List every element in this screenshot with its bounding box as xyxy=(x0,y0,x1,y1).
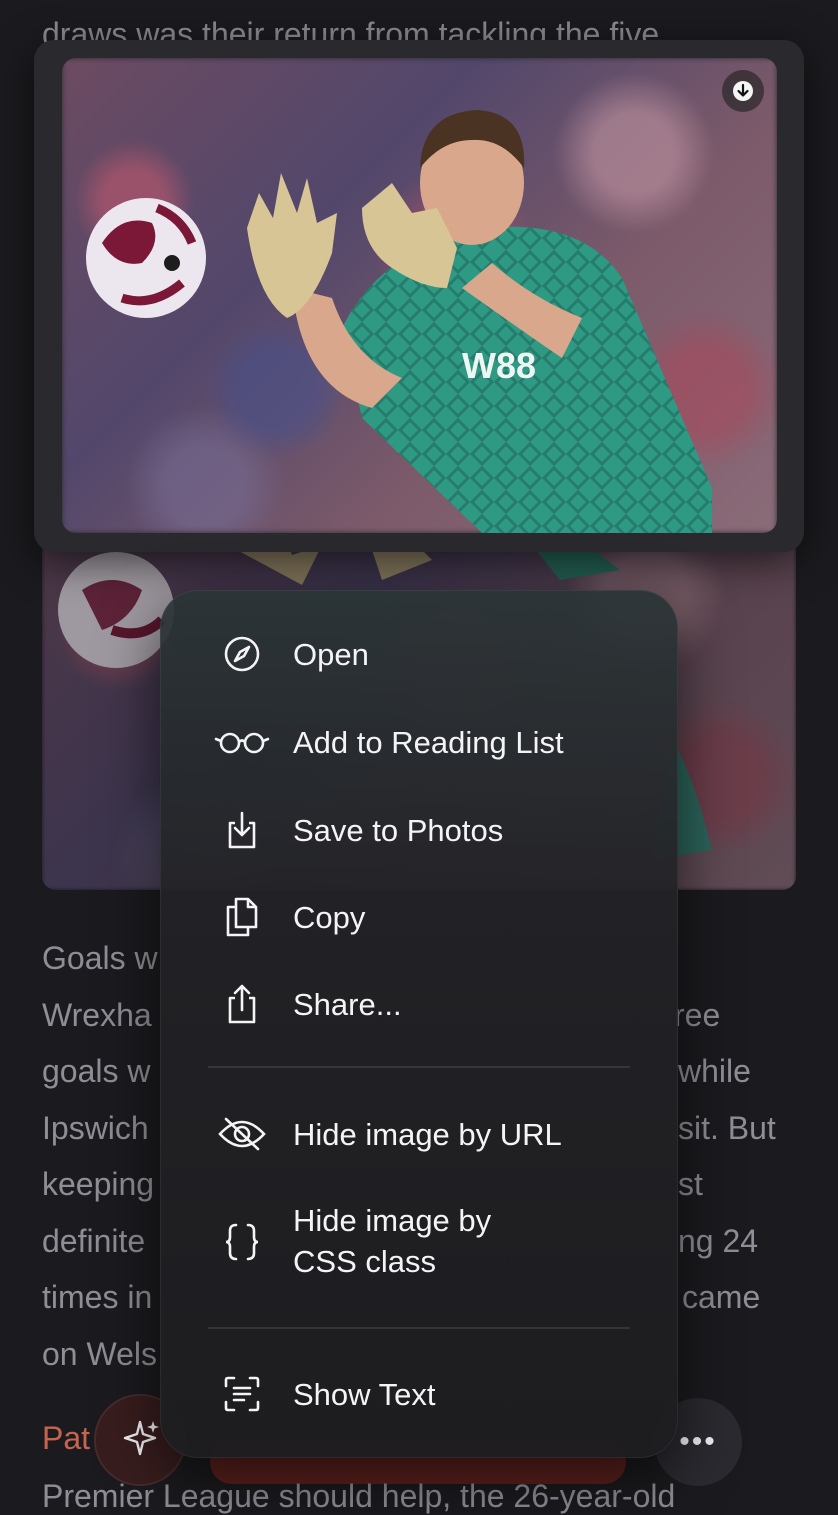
sparkles-icon xyxy=(120,1418,160,1463)
menu-item-label: Save to Photos xyxy=(293,812,504,848)
eye-slash-icon xyxy=(216,1110,268,1158)
glasses-icon xyxy=(214,718,270,766)
menu-item-label-line1: Hide image by xyxy=(293,1203,492,1238)
menu-item-label-line2: CSS class xyxy=(293,1244,436,1279)
copy-icon xyxy=(216,893,268,941)
menu-separator xyxy=(208,1066,630,1068)
menu-item-label: Open xyxy=(293,636,369,672)
menu-item-hide-image-url[interactable]: Hide image by URL xyxy=(160,1112,678,1156)
menu-item-hide-image-css[interactable]: Hide image by CSS class xyxy=(160,1200,678,1284)
menu-item-label: Share... xyxy=(293,986,402,1022)
context-menu: Open Add to Reading List Save to Photos xyxy=(160,590,678,1458)
ellipsis-icon: ••• xyxy=(679,1425,717,1458)
menu-item-label: Hide image by URL xyxy=(293,1116,562,1152)
menu-item-label: Copy xyxy=(293,899,366,935)
curly-braces-icon xyxy=(216,1218,268,1266)
image-preview[interactable]: W88 xyxy=(62,58,777,533)
menu-item-open[interactable]: Open xyxy=(160,632,678,676)
text-scan-icon xyxy=(216,1370,268,1418)
download-icon[interactable] xyxy=(722,70,764,112)
menu-item-label: Show Text xyxy=(293,1376,436,1412)
compass-icon xyxy=(216,630,268,678)
menu-item-share[interactable]: Share... xyxy=(160,982,678,1026)
share-icon xyxy=(216,980,268,1028)
menu-item-label: Add to Reading List xyxy=(293,724,564,760)
goalkeeper-illustration: W88 xyxy=(86,110,712,533)
menu-separator xyxy=(208,1327,630,1329)
menu-item-show-text[interactable]: Show Text xyxy=(160,1372,678,1416)
menu-item-copy[interactable]: Copy xyxy=(160,895,678,939)
svg-text:W88: W88 xyxy=(462,345,536,386)
menu-item-save-to-photos[interactable]: Save to Photos xyxy=(160,808,678,852)
article-subheading[interactable]: Pat xyxy=(42,1420,90,1457)
save-download-icon xyxy=(216,806,268,854)
menu-item-add-reading-list[interactable]: Add to Reading List xyxy=(160,720,678,764)
